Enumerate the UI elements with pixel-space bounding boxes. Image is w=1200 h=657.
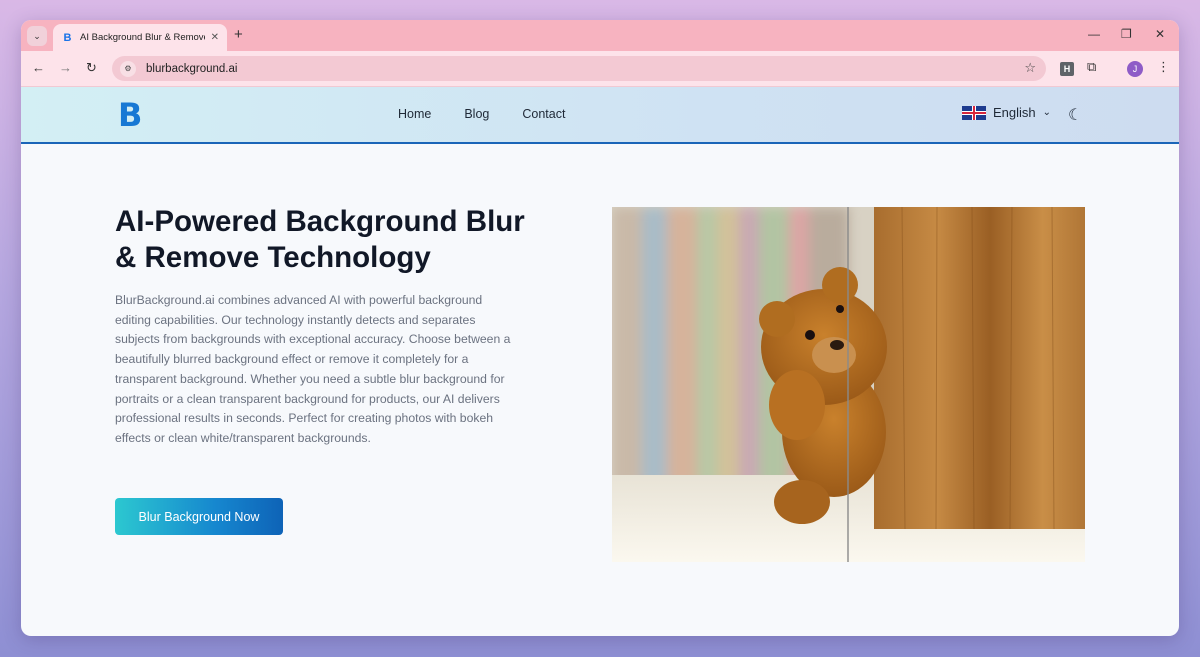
forward-arrow-icon[interactable]: → [59, 60, 72, 75]
profile-avatar[interactable]: J [1127, 61, 1143, 77]
bookmark-star-icon[interactable]: ☆ [1024, 60, 1036, 76]
extensions-puzzle-icon[interactable]: ⧉ [1087, 59, 1096, 75]
hero-before-after-image [612, 207, 1085, 562]
language-selector[interactable]: English ⌄ [962, 105, 1051, 120]
minimize-icon[interactable]: — [1088, 27, 1100, 41]
dark-mode-moon-icon[interactable]: ☾ [1068, 105, 1082, 125]
hero-title: AI-Powered Background Blur & Remove Tech… [115, 205, 525, 274]
site-header: B Home Blog Contact English ⌄ ☾ [21, 87, 1179, 144]
url-text: blurbackground.ai [146, 62, 238, 75]
extension-h-icon[interactable]: H [1060, 62, 1074, 76]
browser-toolbar: ← → ↻ ⚙ blurbackground.ai ☆ H ⧉ J ⋮ [21, 51, 1179, 87]
browser-tab-active[interactable]: B AI Background Blur & Remove ✕ [53, 24, 227, 51]
reload-icon[interactable]: ↻ [86, 60, 97, 76]
new-tab-icon[interactable]: + [234, 26, 243, 43]
nav-blog[interactable]: Blog [464, 107, 489, 121]
main-nav: Home Blog Contact [398, 107, 565, 121]
site-info-icon[interactable]: ⚙ [120, 60, 136, 77]
chevron-down-icon: ⌄ [33, 30, 41, 41]
nav-contact[interactable]: Contact [522, 107, 565, 121]
restore-icon[interactable]: ❐ [1121, 27, 1132, 41]
site-favicon-icon: B [63, 31, 72, 44]
uk-flag-icon [962, 105, 986, 120]
language-label: English [993, 105, 1036, 120]
nav-home[interactable]: Home [398, 107, 431, 121]
tab-strip: ⌄ B AI Background Blur & Remove ✕ + — ❐ … [21, 20, 1179, 51]
address-bar[interactable]: ⚙ blurbackground.ai ☆ [112, 56, 1046, 81]
back-arrow-icon[interactable]: ← [32, 60, 45, 75]
browser-window: ⌄ B AI Background Blur & Remove ✕ + — ❐ … [21, 20, 1179, 636]
site-logo[interactable]: B [118, 99, 152, 131]
tab-title: AI Background Blur & Remove [80, 32, 205, 43]
tab-search-button[interactable]: ⌄ [27, 26, 47, 46]
window-close-icon[interactable]: ✕ [1155, 27, 1165, 41]
blur-background-button[interactable]: Blur Background Now [115, 498, 283, 535]
browser-menu-icon[interactable]: ⋮ [1157, 59, 1170, 75]
tab-close-icon[interactable]: ✕ [211, 32, 219, 43]
logo-letter: B [118, 96, 143, 134]
hero-description: BlurBackground.ai combines advanced AI w… [115, 293, 511, 445]
chevron-down-icon: ⌄ [1042, 107, 1052, 118]
